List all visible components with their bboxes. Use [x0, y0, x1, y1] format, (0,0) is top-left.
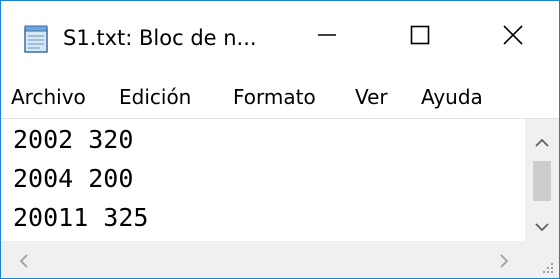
menu-archivo[interactable]: Archivo — [11, 85, 86, 109]
scroll-down-icon[interactable] — [535, 217, 549, 236]
horizontal-scrollbar[interactable] — [1, 241, 525, 278]
scroll-right-icon[interactable] — [499, 253, 509, 272]
text-line: 2004 200 — [13, 164, 134, 193]
minimize-button[interactable] — [281, 1, 373, 73]
scroll-up-icon[interactable] — [535, 133, 549, 152]
text-editor[interactable]: 2002 320 2004 200 20011 325 — [1, 119, 525, 241]
close-button[interactable] — [467, 1, 559, 73]
resize-grip-icon — [539, 259, 555, 278]
maximize-icon — [410, 25, 430, 49]
text-line: 20011 325 — [13, 203, 149, 232]
title-bar[interactable]: S1.txt: Bloc de n... — [1, 1, 559, 73]
scroll-left-icon[interactable] — [19, 253, 29, 272]
minimize-icon — [317, 25, 337, 49]
menu-edicion[interactable]: Edición — [119, 85, 191, 109]
notepad-icon — [23, 23, 49, 53]
window-title: S1.txt: Bloc de n... — [63, 26, 257, 50]
notepad-window: S1.txt: Bloc de n... Archivo Edición For… — [0, 0, 560, 279]
maximize-button[interactable] — [374, 1, 466, 73]
close-icon — [503, 25, 523, 49]
resize-grip[interactable] — [525, 241, 559, 278]
text-line: 2002 320 — [13, 125, 134, 154]
vertical-scrollbar[interactable] — [525, 119, 559, 241]
menu-ayuda[interactable]: Ayuda — [421, 85, 483, 109]
menu-ver[interactable]: Ver — [355, 85, 388, 109]
menu-bar: Archivo Edición Formato Ver Ayuda — [1, 73, 559, 119]
menu-formato[interactable]: Formato — [233, 85, 316, 109]
vertical-scroll-thumb[interactable] — [533, 161, 551, 201]
